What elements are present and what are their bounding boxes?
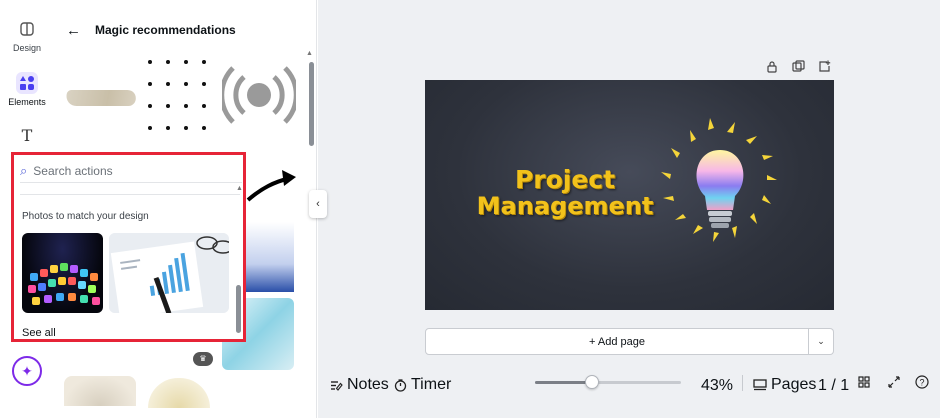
svg-text:?: ? bbox=[919, 378, 924, 388]
crown-icon: ♛ bbox=[193, 352, 213, 366]
collapse-panel-button[interactable]: ‹ bbox=[309, 190, 327, 218]
search-placeholder: Search actions bbox=[33, 163, 113, 178]
zoom-value: 43% bbox=[701, 377, 734, 394]
divider bbox=[20, 191, 240, 195]
add-page-dropdown[interactable]: ⌄ bbox=[809, 328, 834, 355]
magic-sparkle-button[interactable]: ✦ bbox=[12, 356, 42, 386]
notes-label: Notes bbox=[347, 376, 389, 393]
zoom-level[interactable]: 43% bbox=[701, 377, 733, 395]
beige-shape-element[interactable] bbox=[64, 376, 136, 406]
see-all-link[interactable]: See all bbox=[22, 327, 56, 339]
duplicate-page-icon[interactable] bbox=[790, 60, 806, 74]
page-count: 1 / 1 bbox=[818, 377, 850, 394]
search-actions-input[interactable]: ⌕ Search actions bbox=[20, 159, 242, 183]
panel-scrollbar[interactable] bbox=[309, 62, 314, 146]
rail-item-design[interactable]: Design bbox=[0, 18, 54, 53]
design-icon bbox=[16, 18, 38, 40]
scroll-up-icon[interactable]: ▲ bbox=[306, 50, 313, 57]
editor-app: Design Elements T ✦ ← Magic recommendati… bbox=[0, 0, 940, 418]
dot-grid-element[interactable] bbox=[146, 58, 206, 134]
divider bbox=[742, 375, 743, 391]
zoom-slider-fill bbox=[535, 381, 592, 384]
add-page-icon[interactable] bbox=[816, 60, 832, 74]
magic-search-popup: ⌕ Search actions ▲ Photos to match your … bbox=[11, 152, 246, 342]
rail-item-elements[interactable]: Elements bbox=[0, 72, 54, 107]
zoom-slider-handle[interactable] bbox=[585, 375, 599, 389]
section-title: Photos to match your design bbox=[22, 211, 149, 222]
magic-search-icon: ⌕ bbox=[20, 162, 28, 178]
arrow-left-icon[interactable]: ← bbox=[66, 22, 81, 39]
lock-icon[interactable] bbox=[764, 60, 780, 74]
timer-label: Timer bbox=[411, 376, 452, 393]
sparkle-icon: ✦ bbox=[21, 362, 33, 379]
brush-stroke-element[interactable] bbox=[64, 90, 138, 106]
chevron-down-icon: ⌄ bbox=[817, 336, 825, 346]
pages-icon bbox=[753, 379, 767, 391]
add-page-button[interactable]: + Add page bbox=[425, 328, 809, 355]
notes-icon bbox=[331, 380, 343, 391]
panel-title: Magic recommendations bbox=[95, 23, 236, 37]
popup-scroll-up-icon[interactable]: ▲ bbox=[236, 185, 243, 192]
text-icon: T bbox=[21, 125, 33, 145]
grid-view-icon[interactable] bbox=[858, 376, 870, 388]
rail-label-design: Design bbox=[12, 43, 41, 53]
elements-icon bbox=[16, 72, 38, 94]
rail-label-elements: Elements bbox=[8, 97, 46, 107]
design-page[interactable]: Project Management bbox=[425, 80, 834, 310]
fullscreen-icon[interactable] bbox=[888, 376, 900, 388]
page-counter: 1 / 1 bbox=[818, 377, 849, 395]
annotation-arrow bbox=[246, 170, 296, 202]
rail-item-text[interactable]: T bbox=[0, 124, 54, 149]
page-toolbar bbox=[764, 60, 832, 74]
help-icon[interactable]: ? bbox=[915, 375, 929, 389]
popup-scrollbar[interactable] bbox=[236, 285, 241, 333]
pages-label: Pages bbox=[771, 376, 817, 393]
lightbulb-graphic[interactable] bbox=[635, 110, 795, 260]
broadcast-icon-element[interactable] bbox=[222, 62, 296, 128]
notes-button[interactable]: Notes bbox=[330, 376, 389, 394]
chevron-left-icon: ‹ bbox=[316, 198, 320, 210]
timer-icon bbox=[394, 378, 407, 392]
timer-button[interactable]: Timer bbox=[394, 376, 451, 394]
pages-button[interactable]: Pages bbox=[753, 376, 816, 394]
photo-app-icons[interactable] bbox=[22, 233, 103, 313]
photo-sales-report[interactable] bbox=[109, 233, 229, 313]
panel-header: ← Magic recommendations bbox=[66, 20, 236, 40]
